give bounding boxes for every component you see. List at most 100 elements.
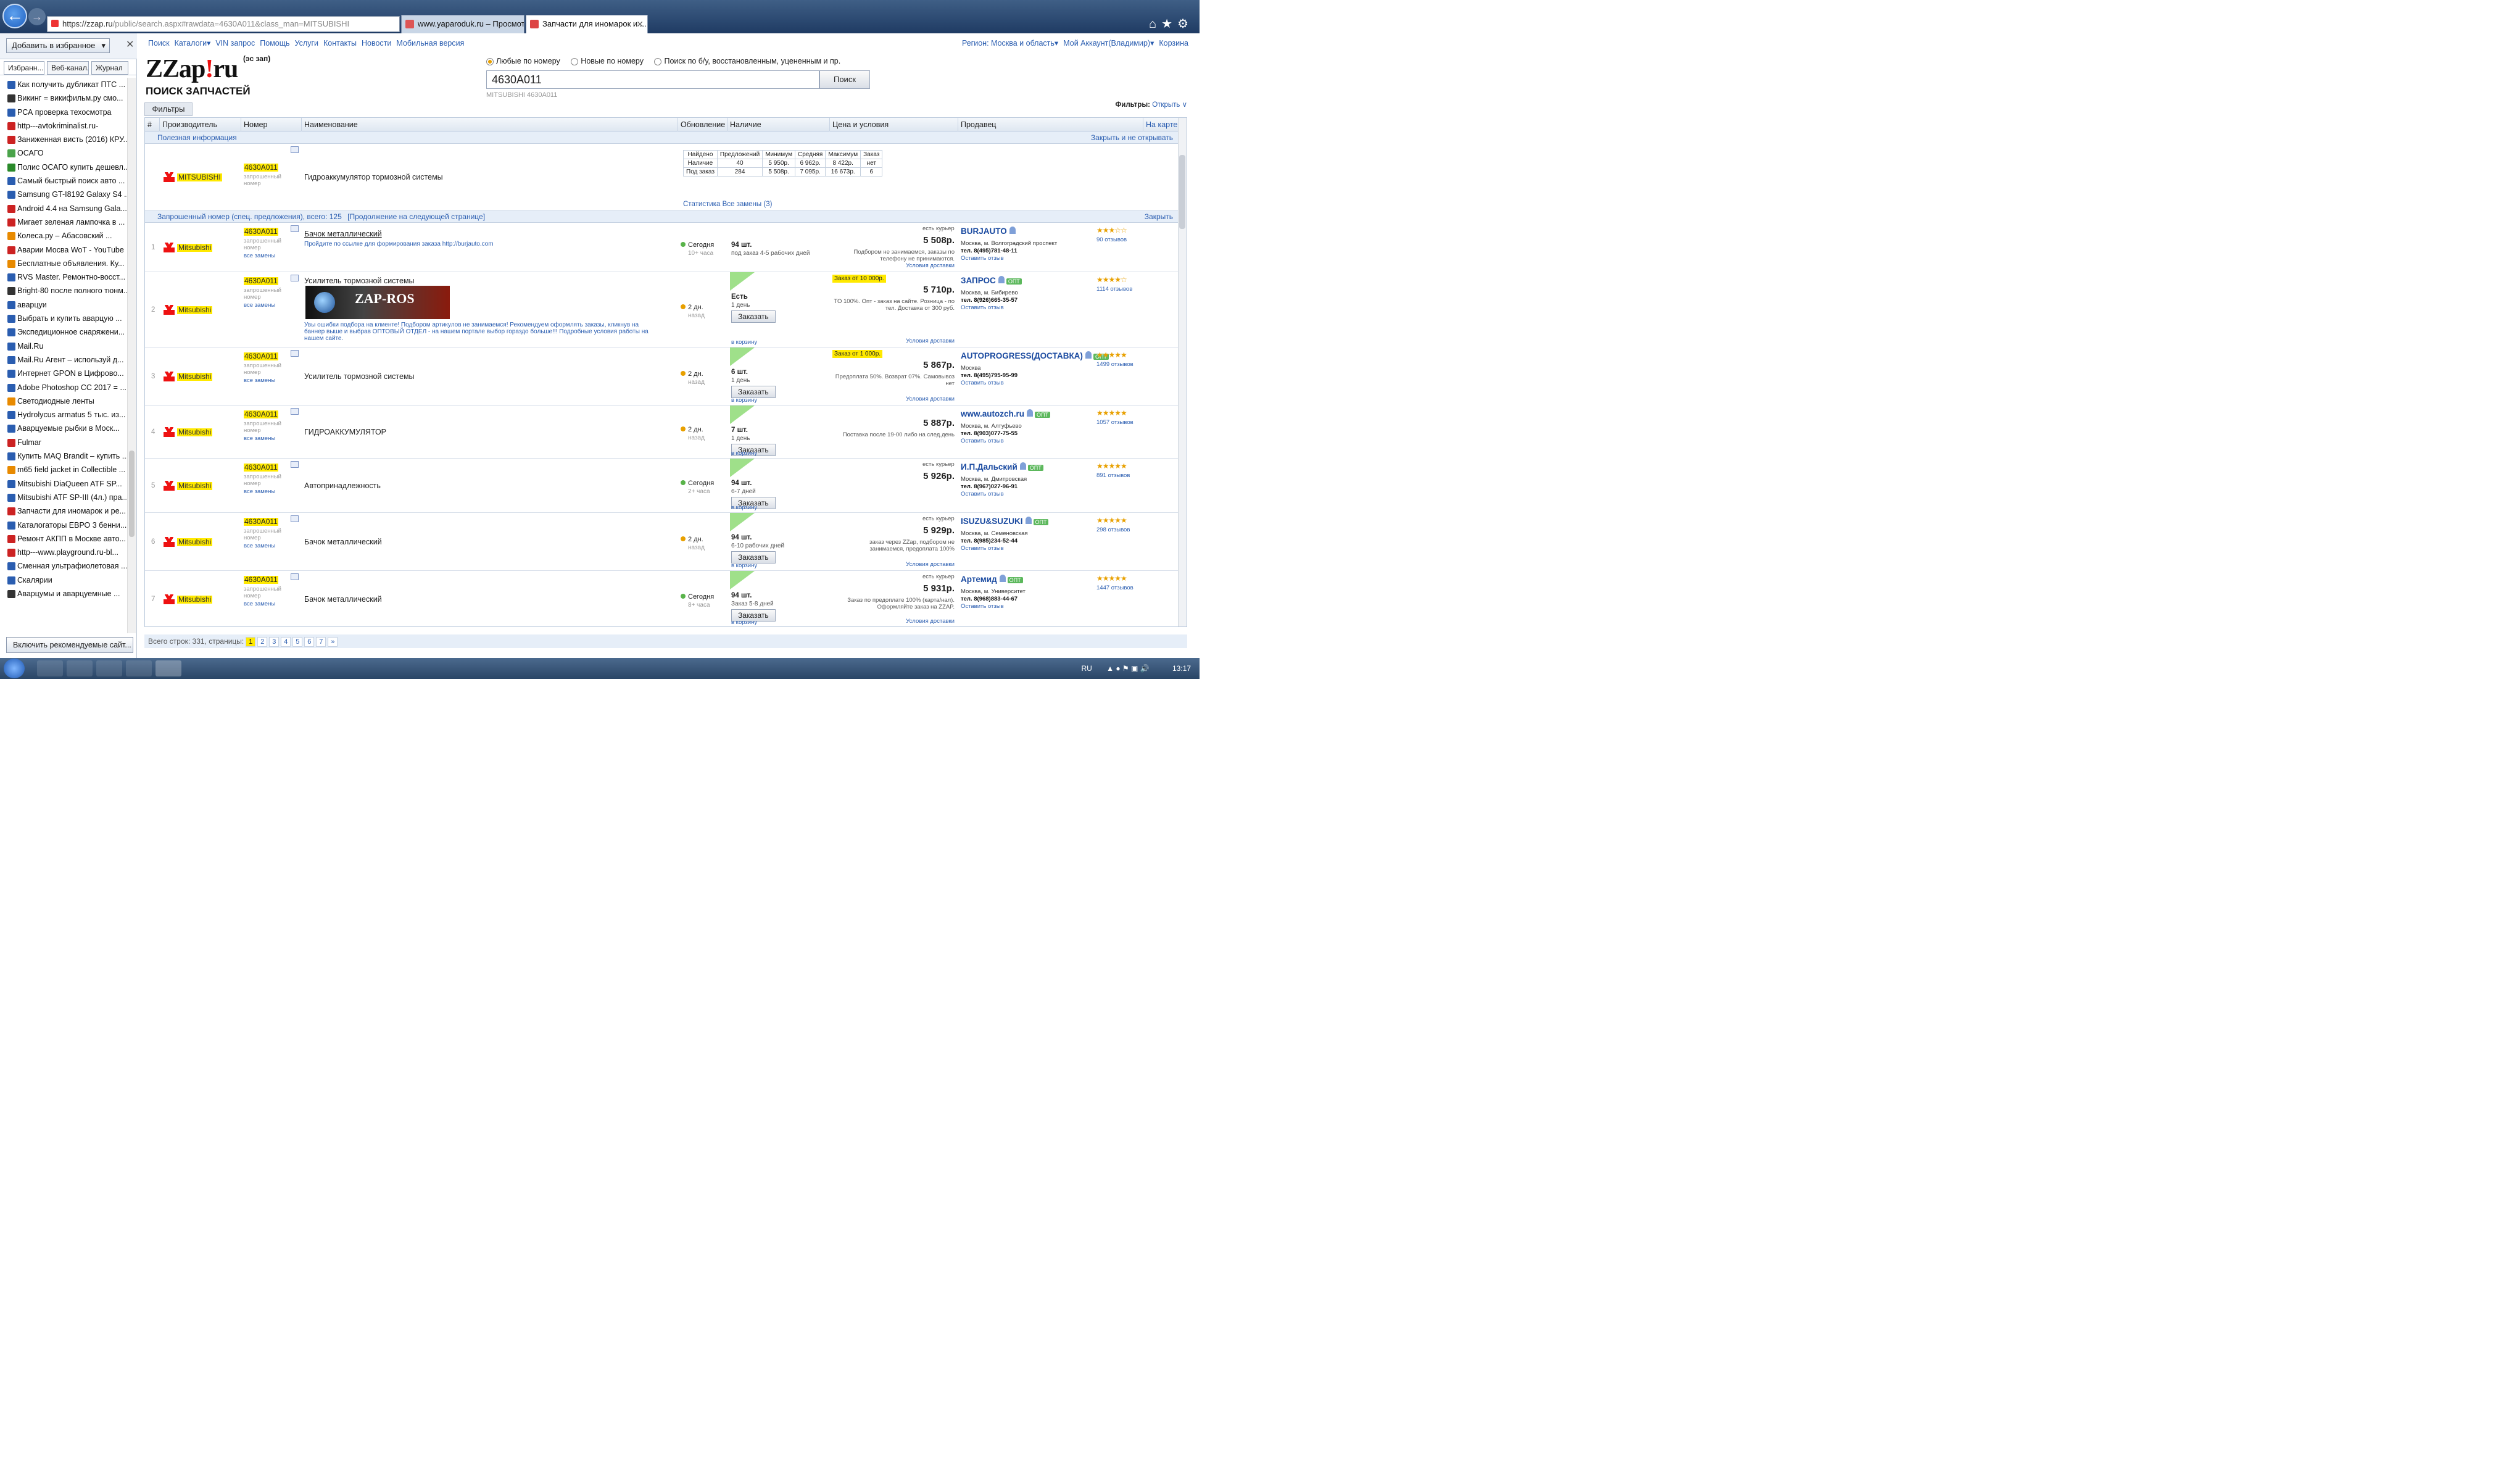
- manufacturer[interactable]: MITSUBISHI: [177, 173, 222, 181]
- review-count[interactable]: 1499 отзывов: [1096, 361, 1134, 368]
- table-scroll-thumb[interactable]: [1179, 155, 1185, 229]
- close-tab-icon[interactable]: ✕: [636, 15, 644, 33]
- favorite-item[interactable]: Как получить дубликат ПТС ...: [0, 78, 127, 91]
- favorite-item[interactable]: Полис ОСАГО купить дешевл...: [0, 160, 127, 174]
- tab-yaparoduk[interactable]: www.yaparoduk.ru – Просмотр...: [401, 15, 524, 33]
- active-window-taskbar-icon[interactable]: [155, 660, 181, 676]
- dropdown-toggle-icon[interactable]: [291, 573, 299, 580]
- all-replacements-link[interactable]: все замены: [244, 601, 275, 607]
- review-count[interactable]: 90 отзывов: [1096, 236, 1127, 243]
- leave-review-link[interactable]: Оставить отзыв: [961, 491, 1004, 497]
- column-header[interactable]: Номер: [241, 118, 302, 131]
- section-requested-number[interactable]: Запрошенный номер (спец. предложения), в…: [145, 210, 1179, 223]
- address-bar[interactable]: https://zzap.ru/public/search.aspx#rawda…: [47, 16, 400, 32]
- dropdown-toggle-icon[interactable]: [291, 408, 299, 415]
- part-number[interactable]: 4630A011: [244, 464, 278, 472]
- review-count[interactable]: 298 отзывов: [1096, 526, 1130, 533]
- cart-link[interactable]: Корзина: [1159, 39, 1188, 48]
- favorite-item[interactable]: Викинг = викифильм.ру смо...: [0, 91, 127, 105]
- review-count[interactable]: 1057 отзывов: [1096, 419, 1134, 426]
- section-close-link[interactable]: Закрыть и не открывать: [1091, 131, 1173, 144]
- page-link[interactable]: 3: [269, 636, 280, 647]
- favorite-item[interactable]: Колеса.ру – Абасовский ...: [0, 229, 127, 243]
- manufacturer[interactable]: Mitsubishi: [177, 373, 213, 381]
- seller-name[interactable]: И.П.Дальский: [961, 462, 1018, 472]
- tab-favorites[interactable]: Избранн...: [4, 61, 44, 75]
- favorite-item[interactable]: Аварцумы и аварцуемные ...: [0, 587, 127, 601]
- part-name[interactable]: Бачок металлический: [304, 230, 382, 238]
- tab-feeds[interactable]: Веб-канал...: [47, 61, 89, 75]
- back-button[interactable]: ←: [2, 4, 27, 28]
- manufacturer[interactable]: Mitsubishi: [177, 306, 213, 314]
- favorite-item[interactable]: Светодиодные ленты: [0, 394, 127, 408]
- page-link[interactable]: 6: [304, 636, 315, 647]
- sidebar-scroll-thumb[interactable]: [129, 451, 135, 537]
- favorite-item[interactable]: Android 4.4 на Samsung Gala...: [0, 202, 127, 215]
- favorite-item[interactable]: http---avtokriminalist.ru-: [0, 119, 127, 133]
- order-button[interactable]: Заказать: [731, 310, 776, 323]
- part-number[interactable]: 4630A011: [244, 410, 278, 418]
- clock[interactable]: 13:17: [1172, 664, 1191, 673]
- seller-name[interactable]: AUTOPROGRESS(ДОСТАВКА): [961, 351, 1083, 360]
- column-header[interactable]: Наименование: [302, 118, 678, 131]
- all-replacements-link[interactable]: все замены: [244, 435, 275, 442]
- region-selector[interactable]: Регион: Москва и область▾: [962, 39, 1058, 48]
- radio-any[interactable]: Любые по номеру: [486, 57, 560, 65]
- home-icon[interactable]: ⌂: [1149, 17, 1161, 31]
- seller-banner[interactable]: ZAP-ROS: [305, 286, 450, 319]
- manufacturer[interactable]: Mitsubishi: [177, 428, 213, 436]
- app-taskbar-icon[interactable]: [126, 660, 152, 676]
- radio-new[interactable]: Новые по номеру: [571, 57, 644, 65]
- manufacturer[interactable]: Mitsubishi: [177, 482, 213, 490]
- radio-used[interactable]: Поиск по б/у, восстановленным, уцененным…: [654, 57, 840, 65]
- next-page-link[interactable]: [Продолжение на следующей странице]: [347, 212, 485, 221]
- review-count[interactable]: 891 отзывов: [1096, 472, 1130, 479]
- leave-review-link[interactable]: Оставить отзыв: [961, 380, 1004, 386]
- seller-name[interactable]: ЗАПРОС: [961, 276, 996, 285]
- add-to-favorites-button[interactable]: Добавить в избранное ▾: [6, 38, 110, 53]
- part-number[interactable]: 4630A011: [244, 228, 278, 236]
- favorite-item[interactable]: Запчасти для иномарок и ре...: [0, 504, 127, 518]
- favorites-star-icon[interactable]: ★: [1161, 17, 1177, 31]
- nav-mobile[interactable]: Мобильная версия: [396, 39, 464, 48]
- start-button[interactable]: [4, 659, 25, 678]
- forward-button[interactable]: →: [28, 8, 46, 25]
- app-taskbar-icon[interactable]: [96, 660, 122, 676]
- section-close-link[interactable]: Закрыть: [1145, 210, 1173, 223]
- dropdown-toggle-icon[interactable]: [291, 461, 299, 468]
- leave-review-link[interactable]: Оставить отзыв: [961, 438, 1004, 444]
- favorite-item[interactable]: Mail.Ru: [0, 339, 127, 353]
- search-input[interactable]: 4630A011: [486, 70, 819, 89]
- dropdown-toggle-icon[interactable]: [291, 225, 299, 232]
- dropdown-toggle-icon[interactable]: [291, 515, 299, 522]
- page-link[interactable]: 4: [281, 636, 291, 647]
- part-number[interactable]: 4630A011: [244, 352, 278, 360]
- favorite-item[interactable]: Samsung GT-I8192 Galaxy S4 ...: [0, 188, 127, 201]
- column-header[interactable]: На карте: [1143, 118, 1179, 131]
- favorite-item[interactable]: m65 field jacket in Collectible ...: [0, 463, 127, 476]
- column-header[interactable]: Наличие: [727, 118, 830, 131]
- part-number[interactable]: 4630A011: [244, 576, 278, 584]
- favorite-item[interactable]: Mitsubishi DiaQueen ATF SP...: [0, 477, 127, 491]
- manufacturer[interactable]: Mitsubishi: [177, 596, 213, 604]
- explorer-taskbar-icon[interactable]: [37, 660, 63, 676]
- add-to-cart-link[interactable]: в корзину: [731, 562, 757, 569]
- favorite-item[interactable]: Bright-80 после полного тюнм...: [0, 284, 127, 297]
- favorite-item[interactable]: Аварцуемые рыбки в Моск...: [0, 422, 127, 435]
- delivery-terms-link[interactable]: Условия доставки: [834, 262, 955, 269]
- favorite-item[interactable]: Fulmar: [0, 436, 127, 449]
- all-replacements-link[interactable]: все замены: [244, 488, 275, 495]
- manufacturer[interactable]: Mitsubishi: [177, 538, 213, 546]
- part-number[interactable]: 4630A011: [244, 518, 278, 526]
- column-header[interactable]: #: [145, 118, 160, 131]
- favorite-item[interactable]: Hydrolycus armatus 5 тыс. из...: [0, 408, 127, 422]
- seller-name[interactable]: BURJAUTO: [961, 227, 1007, 236]
- add-to-cart-link[interactable]: в корзину: [731, 504, 757, 511]
- delivery-terms-link[interactable]: Условия доставки: [834, 338, 955, 344]
- page-link[interactable]: 7: [316, 636, 326, 647]
- favorite-item[interactable]: Mail.Ru Агент – используй д...: [0, 353, 127, 367]
- favorite-item[interactable]: Самый быстрый поиск авто ...: [0, 174, 127, 188]
- nav-news[interactable]: Новости: [362, 39, 391, 48]
- favorite-item[interactable]: Интернет GPON в Цифрово...: [0, 367, 127, 380]
- nav-vin[interactable]: VIN запрос: [215, 39, 255, 48]
